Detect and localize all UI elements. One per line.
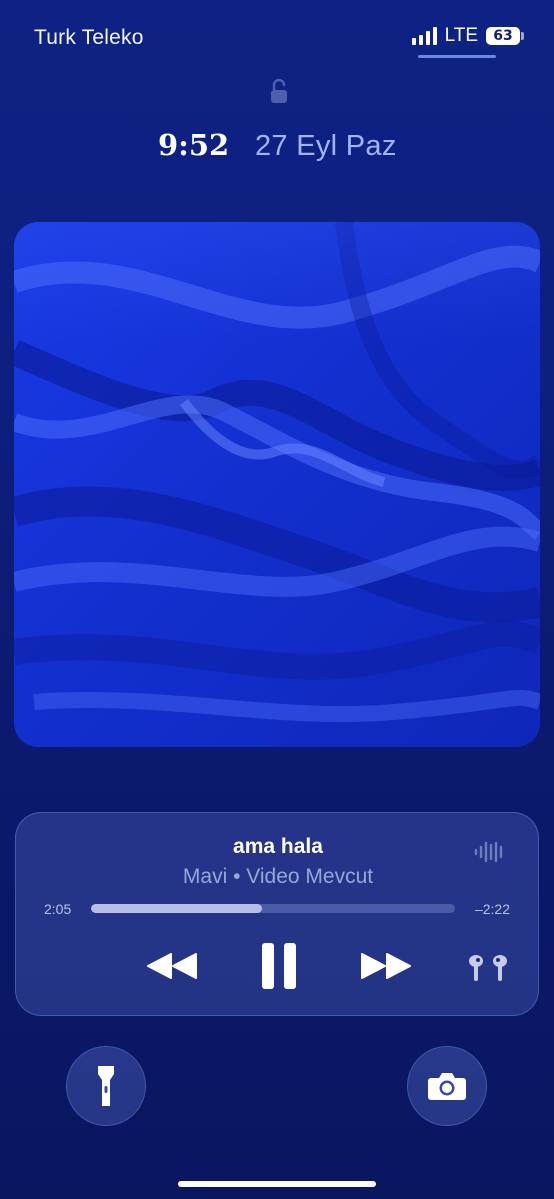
home-indicator[interactable] <box>178 1181 376 1187</box>
airpods-icon[interactable] <box>466 953 512 983</box>
cellular-signal-icon <box>411 27 437 45</box>
network-type: LTE <box>444 25 478 46</box>
track-title: ama hala <box>233 835 323 858</box>
pause-icon[interactable] <box>260 941 298 991</box>
remaining-time: –2:22 <box>474 901 510 917</box>
now-playing-widget[interactable]: ama hala Mavi • Video Mevcut 2:05 –2:22 <box>15 812 539 1016</box>
clock-date: 27 Eyl Paz <box>255 130 397 162</box>
flashlight-button[interactable] <box>66 1046 146 1126</box>
lock-icon <box>271 78 287 103</box>
album-artwork[interactable] <box>14 222 540 747</box>
carrier-name: Turk Teleko <box>34 26 144 49</box>
status-indicators: LTE 63 <box>411 25 524 47</box>
track-subtitle: Mavi • Video Mevcut <box>182 865 374 888</box>
camera-button[interactable] <box>407 1046 487 1126</box>
artwork-fabric-image <box>14 222 540 747</box>
camera-icon <box>428 1073 466 1100</box>
status-underline <box>418 55 496 58</box>
waveform-icon <box>474 841 503 863</box>
progress-fill <box>91 904 263 913</box>
rewind-icon[interactable] <box>146 951 198 981</box>
battery-level: 63 <box>493 28 513 44</box>
clock-time: 9:52 <box>158 128 230 162</box>
elapsed-time: 2:05 <box>44 901 72 917</box>
progress-scrubber[interactable] <box>91 904 455 913</box>
fast-forward-icon[interactable] <box>360 951 412 981</box>
flashlight-icon <box>98 1066 114 1106</box>
battery-icon: 63 <box>486 27 524 45</box>
